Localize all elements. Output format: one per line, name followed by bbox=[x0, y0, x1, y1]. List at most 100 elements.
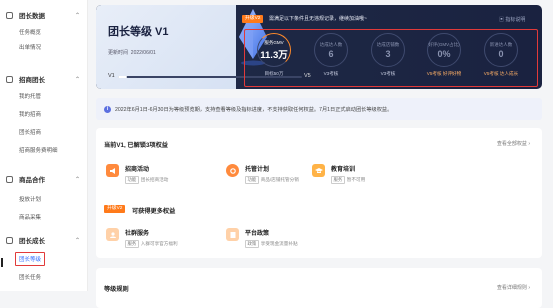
metric-value: 0 bbox=[498, 48, 504, 59]
nav-group-data: 团长数据 ⌃ 任务概览 出单情况 bbox=[0, 6, 88, 54]
nav-group-head[interactable]: 团长成长 ⌃ bbox=[0, 231, 88, 249]
upgrade-tag: 升级V2 bbox=[104, 205, 126, 213]
perk-name: 社群服务 bbox=[125, 231, 150, 237]
sidebar-item-leader-recruit[interactable]: 团长招商 bbox=[0, 124, 88, 139]
benefits-title: 当前V1, 已解锁3项权益 bbox=[104, 142, 168, 149]
nav-group-label: 团长数据 bbox=[19, 13, 45, 20]
metric-new-talent[interactable]: 新进达人数 0 V5考核 达人成长 bbox=[479, 33, 523, 77]
nav-item-label: 商品采集 bbox=[19, 214, 42, 221]
metric-value: 6 bbox=[328, 48, 334, 59]
perk-desc: 享受现金流量补贴 bbox=[260, 241, 298, 246]
benefits-card: 当前V1, 已解锁3项权益 查看全部权益 › 招商活动 功能 团长招商活动 托管计… bbox=[96, 128, 542, 258]
view-rules-link[interactable]: 查看详细规则 › bbox=[497, 284, 530, 291]
metric-label: 好评(GMV占比) bbox=[428, 41, 460, 47]
metric-sub: V3考核 bbox=[380, 71, 396, 76]
sidebar-item-leader-level[interactable]: 团长等级 bbox=[0, 251, 88, 266]
chevron-up-icon: ⌃ bbox=[74, 12, 80, 19]
metric-sub: 目标50万 bbox=[264, 71, 284, 76]
nav-group-label: 商品合作 bbox=[19, 177, 45, 184]
metric-value: 3 bbox=[385, 48, 391, 59]
sidebar-item-my-recruit[interactable]: 我的招商 bbox=[0, 106, 88, 121]
growth-icon bbox=[6, 236, 13, 244]
chevron-up-icon: ⌃ bbox=[74, 176, 80, 183]
perk-community[interactable]: 社群服务 服务 入群可享官方福利 bbox=[106, 228, 178, 248]
level-min-label: V1 bbox=[108, 73, 115, 79]
chevron-up-icon: ⌃ bbox=[74, 76, 80, 83]
perk-name: 教育培训 bbox=[331, 167, 356, 173]
metric-talent-count[interactable]: 达成达人数 6 V3考核 bbox=[309, 33, 353, 77]
metric-good-review[interactable]: 好评(GMV占比) 0% V5考核 好评好物 bbox=[422, 33, 466, 77]
metric-label: 达成达人数 bbox=[319, 41, 343, 47]
perk-name: 招商活动 bbox=[125, 167, 150, 173]
sidebar-item-collect[interactable]: 商品采集 bbox=[0, 209, 88, 224]
perk-name: 托管计划 bbox=[245, 167, 270, 173]
active-indicator bbox=[1, 258, 3, 267]
nav-group-label: 招商团长 bbox=[19, 77, 45, 84]
perk-recruit-activity[interactable]: 招商活动 功能 团长招商活动 bbox=[106, 164, 168, 184]
perk-platform-policy[interactable]: 平台政策 政策 享受现金流量补贴 bbox=[226, 228, 298, 248]
sidebar-item-plan[interactable]: 投放计划 bbox=[0, 191, 88, 206]
nav-group-head[interactable]: 团长数据 ⌃ bbox=[0, 6, 88, 24]
perk-desc: 商品/店铺托管分销 bbox=[260, 177, 299, 182]
sidebar-item-task-overview[interactable]: 任务概览 bbox=[0, 24, 88, 39]
perk-name: 平台政策 bbox=[245, 231, 270, 237]
perk-desc: 入群可享官方福利 bbox=[140, 241, 178, 246]
view-all-label: 查看全部权益 bbox=[496, 141, 527, 147]
metric-ring: 新进达人数 0 bbox=[484, 33, 518, 67]
gear-icon bbox=[226, 164, 239, 177]
perk-hosting-plan[interactable]: 托管计划 功能 商品/店铺托管分销 bbox=[226, 164, 299, 184]
nav-item-label: 团长等级 bbox=[15, 251, 46, 266]
metric-sub: V3考核 bbox=[323, 71, 339, 76]
upgrade-message: 需满足以下条件且无违规记录，继续加油哦~ bbox=[269, 16, 367, 22]
nav-group-goods: 商品合作 ⌃ 投放计划 商品采集 bbox=[0, 170, 88, 224]
view-all-benefits-link[interactable]: 查看全部权益 › bbox=[497, 140, 530, 147]
nav-group-growth: 团长成长 ⌃ 团长等级 团长任务 bbox=[0, 231, 88, 284]
page-title: 团长等级 V1 bbox=[108, 26, 169, 38]
update-time-value: 2022/06/01 bbox=[130, 50, 156, 56]
upgrade-tag: 升级V2 bbox=[242, 15, 264, 23]
perk-tag: 功能 bbox=[125, 176, 139, 184]
metric-shop-count[interactable]: 达成店铺数 3 V3考核 bbox=[366, 33, 410, 77]
indicator-link-label: 指标说明 bbox=[505, 17, 526, 23]
chart-icon bbox=[6, 11, 13, 19]
info-icon: i bbox=[104, 105, 111, 113]
nav-group-recruit: 招商团长 ⌃ 我的托管 我的招商 团长招商 招商服务费明细 bbox=[0, 70, 88, 157]
metric-value: 0% bbox=[437, 48, 451, 59]
metric-label: 达成店铺数 bbox=[376, 41, 400, 47]
next-benefits-title: 可获得更多权益 bbox=[132, 208, 176, 215]
nav-item-label: 团长任务 bbox=[19, 274, 42, 281]
nav-group-head[interactable]: 招商团长 ⌃ bbox=[0, 70, 88, 88]
perk-tag: 服务 bbox=[125, 240, 139, 248]
perk-tag: 服务 bbox=[331, 176, 345, 184]
metric-gmv[interactable]: 服务GMV 11.3万 目标50万 bbox=[252, 33, 296, 77]
metric-ring: 达成店铺数 3 bbox=[371, 33, 405, 67]
sidebar-item-my-hosting[interactable]: 我的托管 bbox=[0, 88, 88, 103]
graduation-cap-icon bbox=[312, 164, 325, 177]
sidebar: 团长数据 ⌃ 任务概览 出单情况 招商团长 ⌃ 我的托管 我的招商 团长招商 招… bbox=[0, 0, 88, 291]
nav-group-label: 团长成长 bbox=[19, 238, 45, 245]
nav-item-label: 出单情况 bbox=[19, 44, 42, 51]
perk-education[interactable]: 教育培训 服务 暂不可用 bbox=[312, 164, 365, 184]
nav-item-label: 我的托管 bbox=[19, 93, 42, 100]
nav-group-head[interactable]: 商品合作 ⌃ bbox=[0, 170, 88, 188]
sidebar-item-orders[interactable]: 出单情况 bbox=[0, 39, 88, 54]
perk-desc: 团长招商活动 bbox=[140, 177, 169, 182]
sidebar-item-leader-task[interactable]: 团长任务 bbox=[0, 269, 88, 284]
update-time: 更新时间 2022/06/01 bbox=[108, 49, 156, 56]
metric-value: 11.3万 bbox=[260, 49, 288, 61]
metric-label: 新进达人数 bbox=[489, 41, 513, 47]
nav-item-label: 团长招商 bbox=[19, 129, 42, 136]
metric-ring: 达成达人数 6 bbox=[314, 33, 348, 67]
notice-text: 2022年6月1日-6月30日为等级预览期，支持查看等级及指标进度，不支持获取任… bbox=[115, 106, 393, 113]
box-icon bbox=[6, 175, 13, 183]
metric-ring: 好评(GMV占比) 0% bbox=[427, 33, 461, 67]
nav-item-label: 任务概览 bbox=[19, 29, 42, 36]
indicator-help-link[interactable]: ▣ 指标说明 bbox=[499, 16, 525, 23]
sidebar-item-fee-detail[interactable]: 招商服务费明细 bbox=[0, 142, 88, 157]
metric-sub: V5考核 达人成长 bbox=[483, 71, 519, 76]
metric-label: 服务GMV bbox=[264, 39, 284, 45]
level-progress-fill bbox=[118, 76, 128, 78]
perk-tag: 政策 bbox=[245, 240, 259, 248]
notice-banner: i 2022年6月1日-6月30日为等级预览期，支持查看等级及指标进度，不支持获… bbox=[96, 98, 542, 120]
community-icon bbox=[106, 228, 119, 241]
